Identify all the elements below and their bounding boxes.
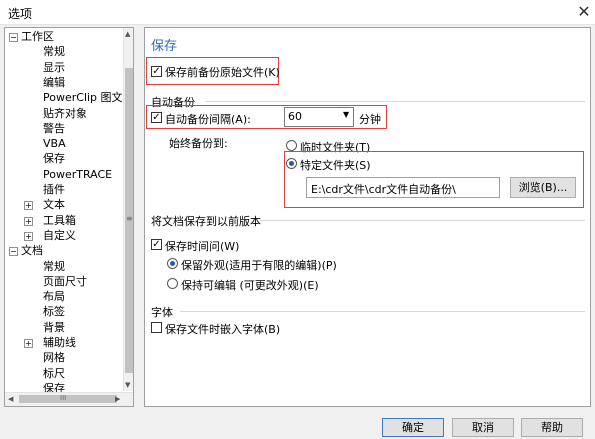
expand-icon[interactable]: + [24,339,33,348]
tree-item[interactable]: 网格 [43,351,65,365]
tree-item[interactable]: 警告 [43,122,65,136]
font-group-label: 字体 [151,306,173,319]
tree-item[interactable]: 标签 [43,305,65,319]
specific-folder-label[interactable]: 特定文件夹(S) [300,157,371,173]
tree-item[interactable]: 自定义 [43,229,76,243]
expand-icon[interactable]: + [24,231,33,241]
backup-before-save-checkbox[interactable]: ✓ [151,66,162,77]
hscroll-grip-icon: III [60,394,67,402]
close-icon[interactable]: ✕ [573,1,595,23]
auto-backup-interval-label[interactable]: 自动备份间隔(A): [165,111,251,127]
expand-icon[interactable]: + [24,201,33,211]
tree-item[interactable]: PowerTRACE [43,168,112,182]
tree-item[interactable]: 插件 [43,183,65,197]
auto-backup-checkbox[interactable]: ✓ [151,112,162,123]
tree-item[interactable]: VBA [43,137,66,151]
collapse-icon[interactable]: − [9,33,18,42]
tree-item[interactable]: 标尺 [43,367,65,381]
tree-item[interactable]: 文本 [43,198,65,212]
tree-item[interactable]: 保存 [43,152,65,166]
interval-unit: 分钟 [359,113,381,126]
keep-editable-radio[interactable] [167,278,178,289]
tree-item[interactable]: 辅助线 [43,336,76,350]
specific-folder-radio[interactable] [286,158,297,169]
tree-hscroll-thumb[interactable] [19,395,117,403]
browse-button[interactable]: 浏览(B)... [510,177,576,198]
group-divider [205,101,585,102]
always-backup-to-label: 始终备份到: [169,137,228,150]
interval-value: 60 [288,110,302,123]
tree-item[interactable]: 布局 [43,290,65,304]
tree-item[interactable]: PowerClip 图文框 [43,91,133,105]
group-divider [180,311,585,312]
page-title: 保存 [151,39,178,54]
chevron-down-icon[interactable]: ▼ [343,110,349,119]
tree-item[interactable]: 贴齐对象 [43,107,87,121]
keep-appearance-radio[interactable] [167,258,178,269]
scroll-left-icon[interactable]: ◀ [8,395,13,403]
tree-item[interactable]: 文档 [21,244,43,258]
tree-item[interactable]: 背景 [43,321,65,335]
title-bar [0,0,595,25]
keep-appearance-label[interactable]: 保留外观(适用于有限的编辑)(P) [181,257,337,273]
tree-item[interactable]: 常规 [43,45,65,59]
tree-item[interactable]: 工作区 [21,30,54,44]
collapse-icon[interactable]: − [9,247,18,257]
save-as-group-label: 将文档保存到以前版本 [151,215,261,228]
tree-item[interactable]: 显示 [43,61,65,75]
help-button[interactable]: 帮助 [521,418,583,437]
scroll-grip-icon: ≡ [126,214,133,223]
embed-fonts-label[interactable]: 保存文件时嵌入字体(B) [165,321,280,337]
scroll-up-icon[interactable]: ▲ [125,30,130,38]
tree-item[interactable]: 工具箱 [43,214,76,228]
keep-editable-label[interactable]: 保持可编辑 (可更改外观)(E) [181,277,319,293]
expand-icon[interactable]: + [24,216,33,226]
embed-fonts-checkbox[interactable] [151,322,162,333]
temp-folder-radio[interactable] [286,140,297,151]
window-title: 选项 [8,7,33,21]
scroll-down-icon[interactable]: ▼ [125,381,130,389]
tree-item[interactable]: 页面尺寸 [43,275,87,289]
cancel-button[interactable]: 取消 [452,418,514,437]
tree-item[interactable]: 常规 [43,260,65,274]
save-time-checkbox[interactable]: ✓ [151,239,162,250]
scroll-right-icon[interactable]: ▶ [115,395,120,403]
group-divider [260,220,585,221]
tree-item[interactable]: 编辑 [43,76,65,90]
backup-before-save-label[interactable]: 保存前备份原始文件(K) [165,64,280,80]
folder-path-value: E:\cdr文件\cdr文件自动备份\ [311,183,456,196]
ok-button[interactable]: 确定 [382,418,444,437]
save-time-label[interactable]: 保存时间问(W) [165,238,239,254]
options-tree[interactable]: − 工作区 常规 显示 编辑 PowerClip 图文框 贴齐对象 警告 VBA 保存 PowerT… [4,27,134,407]
